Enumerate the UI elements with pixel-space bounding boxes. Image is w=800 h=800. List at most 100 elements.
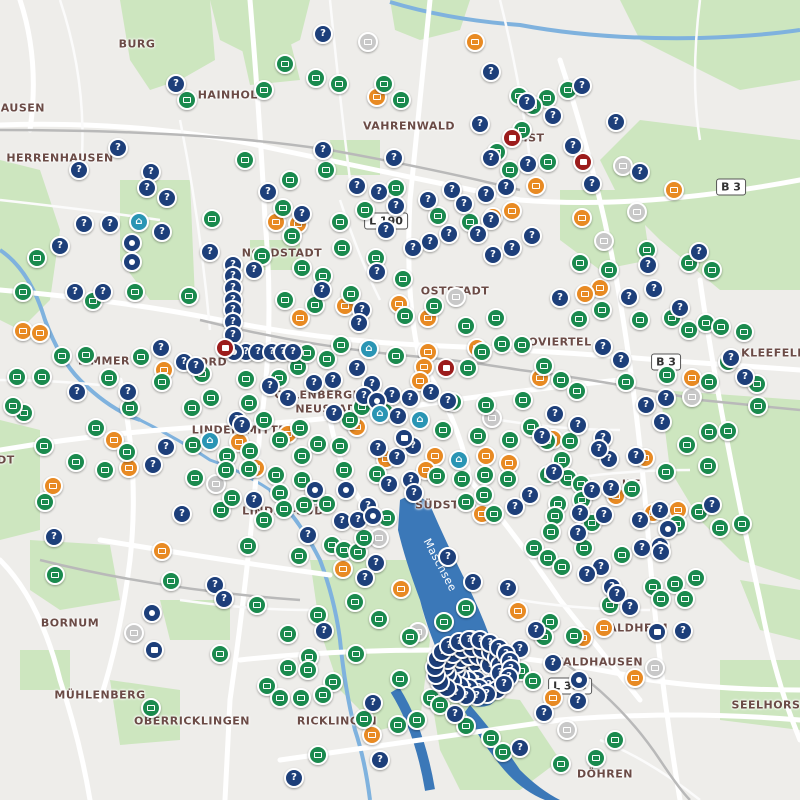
info-marker[interactable]: ?	[518, 154, 538, 174]
business-marker-green[interactable]	[476, 395, 496, 415]
business-marker-green[interactable]	[179, 286, 199, 306]
info-marker[interactable]: ?	[650, 500, 670, 520]
business-marker-green[interactable]	[13, 282, 33, 302]
point-marker[interactable]	[363, 506, 383, 526]
speech-marker[interactable]	[573, 152, 593, 172]
business-marker-green[interactable]	[201, 388, 221, 408]
info-marker[interactable]: ?	[644, 279, 664, 299]
business-marker-green[interactable]	[235, 150, 255, 170]
info-marker[interactable]: ?	[186, 356, 206, 376]
info-marker[interactable]: ?	[387, 447, 407, 467]
business-marker-orange[interactable]	[30, 323, 50, 343]
info-marker[interactable]: ?	[388, 406, 408, 426]
info-marker[interactable]: ?	[439, 224, 459, 244]
info-marker[interactable]: ?	[620, 597, 640, 617]
business-marker-green[interactable]	[306, 68, 326, 88]
info-marker[interactable]: ?	[74, 214, 94, 234]
business-marker-green[interactable]	[374, 74, 394, 94]
info-marker[interactable]: ?	[283, 342, 303, 362]
business-marker-green[interactable]	[599, 260, 619, 280]
business-marker-green[interactable]	[354, 528, 374, 548]
business-marker-green[interactable]	[538, 152, 558, 172]
info-marker[interactable]: ?	[323, 370, 343, 390]
info-marker[interactable]: ?	[355, 568, 375, 588]
info-marker[interactable]: ?	[369, 182, 389, 202]
point-marker[interactable]	[122, 233, 142, 253]
business-marker-green[interactable]	[484, 504, 504, 524]
business-marker-green[interactable]	[748, 396, 768, 416]
info-marker[interactable]: ?	[108, 138, 128, 158]
business-marker-green[interactable]	[541, 522, 561, 542]
business-marker-green[interactable]	[586, 748, 606, 768]
business-marker-green[interactable]	[254, 510, 274, 530]
info-marker[interactable]: ?	[483, 245, 503, 265]
business-marker-green[interactable]	[239, 393, 259, 413]
info-marker[interactable]: ?	[418, 190, 438, 210]
business-marker-green[interactable]	[332, 238, 352, 258]
business-marker-green[interactable]	[391, 90, 411, 110]
info-marker[interactable]: ?	[313, 24, 333, 44]
business-marker-green[interactable]	[534, 356, 554, 376]
business-marker-green[interactable]	[355, 200, 375, 220]
business-marker-green[interactable]	[216, 460, 236, 480]
info-marker[interactable]: ?	[420, 232, 440, 252]
info-marker[interactable]: ?	[544, 462, 564, 482]
closed-business-marker[interactable]	[124, 623, 144, 643]
business-marker-green[interactable]	[452, 469, 472, 489]
business-marker-green[interactable]	[66, 452, 86, 472]
info-marker[interactable]: ?	[582, 480, 602, 500]
info-marker[interactable]: ?	[376, 220, 396, 240]
info-marker[interactable]: ?	[636, 395, 656, 415]
info-marker[interactable]: ?	[258, 182, 278, 202]
business-marker-green[interactable]	[698, 456, 718, 476]
info-marker[interactable]: ?	[292, 204, 312, 224]
closed-business-marker[interactable]	[682, 387, 702, 407]
closed-business-marker[interactable]	[358, 32, 378, 52]
info-marker[interactable]: ?	[481, 62, 501, 82]
info-marker[interactable]: ?	[543, 106, 563, 126]
info-marker[interactable]: ?	[137, 178, 157, 198]
business-marker-green[interactable]	[290, 418, 310, 438]
business-marker-green[interactable]	[433, 420, 453, 440]
info-marker[interactable]: ?	[232, 415, 252, 435]
info-marker[interactable]: ?	[651, 542, 671, 562]
closed-business-marker[interactable]	[645, 658, 665, 678]
business-marker-orange[interactable]	[333, 559, 353, 579]
house-marker[interactable]: ⌂	[410, 410, 430, 430]
info-marker[interactable]: ?	[582, 174, 602, 194]
info-marker[interactable]: ?	[463, 572, 483, 592]
closed-business-marker[interactable]	[627, 202, 647, 222]
info-marker[interactable]: ?	[505, 497, 525, 517]
mail-marker[interactable]	[144, 640, 164, 660]
info-marker[interactable]: ?	[367, 262, 387, 282]
business-marker-green[interactable]	[330, 212, 350, 232]
info-marker[interactable]: ?	[100, 214, 120, 234]
info-marker[interactable]: ?	[656, 388, 676, 408]
info-marker[interactable]: ?	[379, 474, 399, 494]
house-marker[interactable]: ⌂	[200, 431, 220, 451]
business-marker-green[interactable]	[592, 300, 612, 320]
business-marker-green[interactable]	[316, 160, 336, 180]
business-marker-green[interactable]	[35, 492, 55, 512]
info-marker[interactable]: ?	[689, 242, 709, 262]
info-marker[interactable]: ?	[69, 160, 89, 180]
business-marker-green[interactable]	[458, 358, 478, 378]
business-marker-green[interactable]	[612, 545, 632, 565]
business-marker-green[interactable]	[210, 644, 230, 664]
business-marker-green[interactable]	[711, 317, 731, 337]
business-marker-green[interactable]	[630, 310, 650, 330]
info-marker[interactable]: ?	[589, 439, 609, 459]
info-marker[interactable]: ?	[568, 691, 588, 711]
business-marker-green[interactable]	[386, 178, 406, 198]
info-marker[interactable]: ?	[44, 527, 64, 547]
speech-marker[interactable]	[502, 128, 522, 148]
business-marker-green[interactable]	[386, 346, 406, 366]
business-marker-orange[interactable]	[625, 668, 645, 688]
business-marker-orange[interactable]	[502, 201, 522, 221]
info-marker[interactable]: ?	[611, 350, 631, 370]
business-marker-orange[interactable]	[664, 180, 684, 200]
business-marker-green[interactable]	[474, 485, 494, 505]
info-marker[interactable]: ?	[632, 538, 652, 558]
business-marker-green[interactable]	[95, 460, 115, 480]
city-map[interactable]: BURGHAINHOLZVAHRENWALDISTHAUSENHERRENHAU…	[0, 0, 800, 800]
